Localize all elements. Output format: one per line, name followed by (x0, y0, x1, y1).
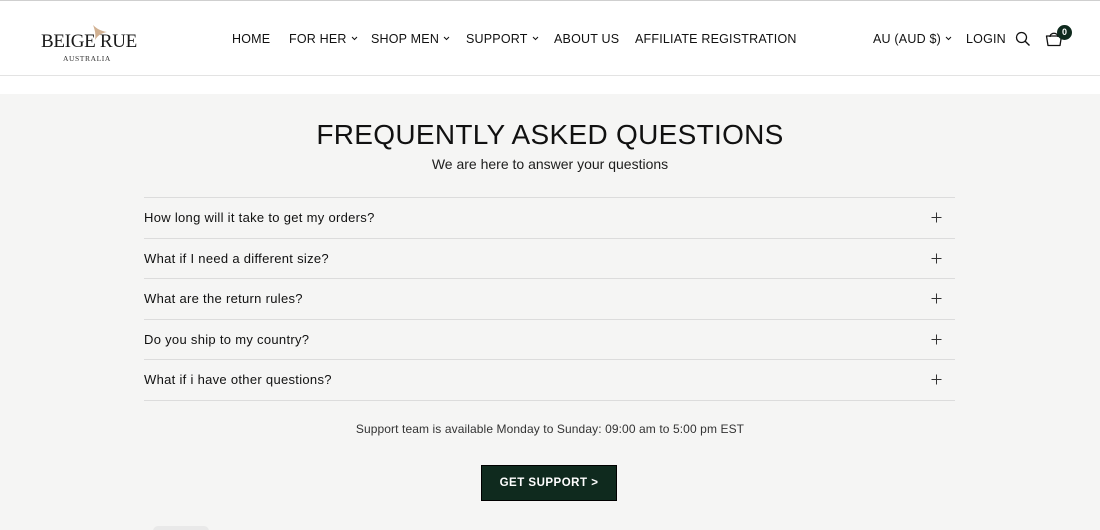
nav-home[interactable]: HOME (232, 32, 270, 46)
faq-question: What if I need a different size? (144, 250, 329, 266)
chevron-down-icon (351, 36, 358, 41)
get-support-button[interactable]: GET SUPPORT > (481, 465, 617, 501)
faq-question: Do you ship to my country? (144, 331, 310, 347)
nav-support-label: SUPPORT (466, 32, 528, 46)
page-title: FREQUENTLY ASKED QUESTIONS (316, 119, 784, 150)
faq-question: What are the return rules? (144, 291, 303, 307)
plus-icon[interactable] (931, 334, 942, 345)
faq-section: FREQUENTLY ASKED QUESTIONS We are here t… (0, 94, 1100, 530)
brand-logo[interactable]: BEIGE RUE AUSTRALIA (41, 21, 137, 65)
nav-shop-men[interactable]: SHOP MEN (371, 32, 450, 46)
login-link[interactable]: LOGIN (966, 32, 1006, 46)
support-hours-text: Support team is available Monday to Sund… (355, 422, 745, 436)
plus-icon[interactable] (931, 212, 942, 223)
faq-item[interactable]: Do you ship to my country? (144, 320, 955, 361)
nav-support[interactable]: SUPPORT (466, 32, 539, 46)
faq-item[interactable]: What if i have other questions? (144, 360, 955, 401)
chevron-down-icon (443, 36, 450, 41)
search-icon[interactable] (1015, 31, 1031, 47)
nav-about-us-label: ABOUT US (554, 32, 620, 46)
faq-item[interactable]: How long will it take to get my orders? (144, 198, 955, 239)
nav-for-her-label: FOR HER (289, 32, 347, 46)
nav-affiliate-registration[interactable]: AFFILIATE REGISTRATION (635, 32, 797, 46)
plus-icon[interactable] (931, 293, 942, 304)
chat-widget-edge[interactable] (153, 526, 209, 530)
faq-question: How long will it take to get my orders? (144, 210, 375, 225)
faq-item[interactable]: What if I need a different size? (144, 239, 955, 280)
logo-name: BEIGE RUE (41, 31, 137, 52)
faq-accordion: How long will it take to get my orders? … (144, 197, 955, 401)
nav-shop-men-label: SHOP MEN (371, 32, 440, 46)
chevron-down-icon (532, 36, 538, 41)
faq-question: What if i have other questions? (144, 372, 332, 388)
plus-icon[interactable] (931, 374, 942, 385)
nav-about-us[interactable]: ABOUT US (554, 32, 619, 46)
page-subtitle: We are here to answer your questions (431, 156, 669, 172)
currency-selector[interactable]: AU (AUD $) (873, 32, 952, 46)
nav-affiliate-label: AFFILIATE REGISTRATION (635, 32, 797, 46)
nav-for-her[interactable]: FOR HER (289, 32, 358, 46)
cart-count-badge: 0 (1057, 25, 1072, 40)
logo-subtitle: AUSTRALIA (63, 54, 111, 63)
nav-home-label: HOME (232, 32, 271, 46)
chevron-down-icon (945, 36, 952, 41)
site-header: BEIGE RUE AUSTRALIA HOME FOR HER SHOP ME… (0, 0, 1100, 76)
plus-icon[interactable] (931, 253, 942, 264)
faq-item[interactable]: What are the return rules? (144, 279, 955, 320)
currency-label: AU (AUD $) (873, 32, 941, 46)
